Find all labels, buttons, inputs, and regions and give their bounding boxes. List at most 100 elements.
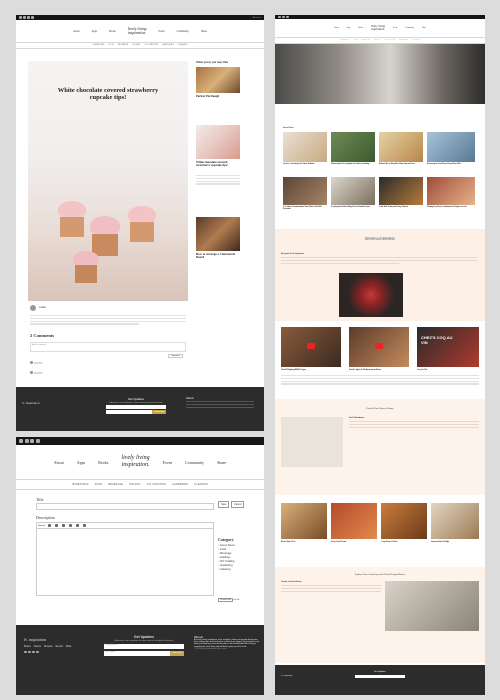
recipe-title[interactable]: Crispy Roasted Chicken: [381, 542, 398, 544]
subnav-beverage[interactable]: BEVERAGE: [118, 45, 128, 46]
post-image[interactable]: [283, 132, 327, 162]
comment-button[interactable]: Comment: [168, 354, 183, 358]
post-title[interactable]: Everything Fresh Herbs Bring You In a Be…: [331, 207, 375, 209]
facebook-icon[interactable]: [27, 16, 30, 19]
video-title[interactable]: Earth's Spiced: Mediterranean Roots: [349, 369, 381, 371]
subnav-gardening[interactable]: GARDENING: [172, 483, 188, 486]
recipe-title[interactable]: Statement Kitchen Delight: [431, 542, 449, 544]
author-name[interactable]: cookie: [39, 306, 46, 309]
top-bar-about[interactable]: About Us: [253, 17, 261, 19]
footer-link[interactable]: Recipes: [44, 645, 53, 648]
post-image[interactable]: [379, 177, 423, 205]
site-logo[interactable]: lively living inspiration.: [128, 26, 147, 36]
footer-link[interactable]: Videos: [34, 645, 41, 648]
name-input[interactable]: [106, 410, 153, 414]
nav-event[interactable]: Event: [163, 460, 172, 465]
youtube-icon[interactable]: [31, 16, 34, 19]
cupcake-thumb-image[interactable]: [196, 125, 240, 159]
subnav-holiday[interactable]: HOLIDAY: [132, 45, 140, 46]
youtube-icon[interactable]: [36, 650, 39, 653]
nav-books[interactable]: Books: [98, 460, 108, 465]
twitter-icon[interactable]: [23, 16, 26, 19]
nav-books[interactable]: Books: [109, 30, 116, 33]
post-title[interactable]: Art Culinary Transformations: Home-Made …: [283, 207, 327, 211]
sidebar-post-title[interactable]: White chocolate covered strawberry cupca…: [196, 160, 240, 168]
post-title[interactable]: Winning Easy Dessert Combinations for Be…: [427, 207, 475, 209]
underline-icon[interactable]: [62, 524, 65, 527]
link-icon[interactable]: [69, 524, 72, 527]
post-image[interactable]: [427, 177, 475, 205]
facebook-icon[interactable]: [32, 650, 35, 653]
list-icon[interactable]: [76, 524, 79, 527]
site-logo[interactable]: lively living inspiration.: [371, 24, 385, 32]
post-image[interactable]: [379, 132, 423, 162]
nav-apps[interactable]: Apps: [77, 460, 85, 465]
post-image[interactable]: [331, 132, 375, 162]
post-image[interactable]: [427, 132, 475, 162]
save-button[interactable]: Save: [218, 501, 230, 508]
subnav-homestead[interactable]: HOMESTEAD: [93, 45, 105, 46]
nav-share[interactable]: Share: [201, 30, 207, 33]
subnav-diy[interactable]: DIY CRAFTING: [147, 483, 166, 486]
post-title[interactable]: Artful Table Styling with Vintage Flouri…: [379, 207, 423, 209]
nav-apps[interactable]: Apps: [347, 27, 351, 29]
email-input[interactable]: [106, 405, 166, 409]
nav-community[interactable]: Community: [405, 27, 414, 29]
instagram-icon[interactable]: [24, 650, 27, 653]
cancel-button[interactable]: Cancel: [231, 501, 245, 508]
subnav-beverage[interactable]: BEVERAGE: [108, 483, 123, 486]
nav-share[interactable]: Share: [217, 460, 226, 465]
nav-about[interactable]: About: [54, 460, 64, 465]
email-input[interactable]: Email Address: [104, 644, 184, 649]
nav-apps[interactable]: Apps: [92, 30, 97, 33]
category-option[interactable]: ○ Cleaning: [218, 568, 235, 572]
subnav-cleaning[interactable]: CLEANING: [178, 45, 188, 46]
subscribe-button[interactable]: Subscribe: [152, 410, 166, 414]
facebook-icon[interactable]: [286, 15, 289, 18]
footer-link[interactable]: Books: [24, 645, 31, 648]
nav-about[interactable]: About: [334, 27, 339, 29]
post-image[interactable]: [283, 177, 327, 205]
post-title[interactable]: Discovering the Good Flavors Beyond Your…: [427, 164, 475, 166]
name-input[interactable]: First Name: [104, 651, 171, 656]
nav-community[interactable]: Community: [185, 460, 204, 465]
subnav-food[interactable]: FOOD: [109, 45, 114, 46]
subscribe-button[interactable]: Subscribe: [170, 651, 184, 656]
site-logo[interactable]: lively living inspiration.: [121, 455, 149, 468]
bold-icon[interactable]: [48, 524, 51, 527]
video-title[interactable]: Coq Au Vin: [417, 369, 427, 371]
subnav-food[interactable]: FOOD: [95, 483, 103, 486]
subnav-homestead[interactable]: HOMESTEAD: [72, 483, 89, 486]
image-icon[interactable]: [83, 524, 86, 527]
charcuterie-image[interactable]: [196, 217, 240, 251]
recipe-image[interactable]: [431, 503, 479, 539]
subnav-diy[interactable]: DIY CRAFTING: [145, 45, 159, 46]
twitter-icon[interactable]: [282, 15, 285, 18]
twitter-icon[interactable]: [24, 438, 29, 443]
post-title[interactable]: Embracing the First Springtime for Outdo…: [331, 164, 375, 166]
nav-share[interactable]: Share: [422, 27, 426, 29]
video-thumbnail[interactable]: [349, 327, 409, 367]
nav-event[interactable]: Event: [159, 30, 165, 33]
description-editor[interactable]: [36, 528, 214, 596]
nav-books[interactable]: Books: [358, 27, 363, 29]
post-title[interactable]: Fresh Ice Cream Inspired by Flavor Tradi…: [283, 164, 327, 166]
footer-link[interactable]: Write: [66, 645, 72, 648]
subnav-cleaning[interactable]: CLEANING: [194, 483, 208, 486]
file-picker[interactable]: Choose file no file: [218, 598, 239, 602]
nav-event[interactable]: Event: [393, 27, 397, 29]
sidebar-post-title[interactable]: How to Arrange a Charcuterie Board: [196, 252, 240, 260]
footer-link[interactable]: Events: [56, 645, 63, 648]
recipe-title[interactable]: Kitchen Basket Pleat: [281, 542, 295, 544]
video-thumbnail[interactable]: [281, 327, 341, 367]
recipe-image[interactable]: [381, 503, 427, 539]
recipe-image[interactable]: [331, 503, 377, 539]
facebook-icon[interactable]: [30, 438, 34, 443]
sidebar-post-title[interactable]: Perfect Pie Dough: [196, 94, 240, 98]
pie-image[interactable]: [196, 67, 240, 93]
twitter-icon[interactable]: [28, 650, 31, 653]
recipe-title[interactable]: Savory Local Pleasant: [331, 542, 346, 544]
title-input[interactable]: [36, 503, 214, 510]
subnav-holiday[interactable]: HOLIDAY: [129, 483, 141, 486]
nav-about[interactable]: About: [73, 30, 79, 33]
